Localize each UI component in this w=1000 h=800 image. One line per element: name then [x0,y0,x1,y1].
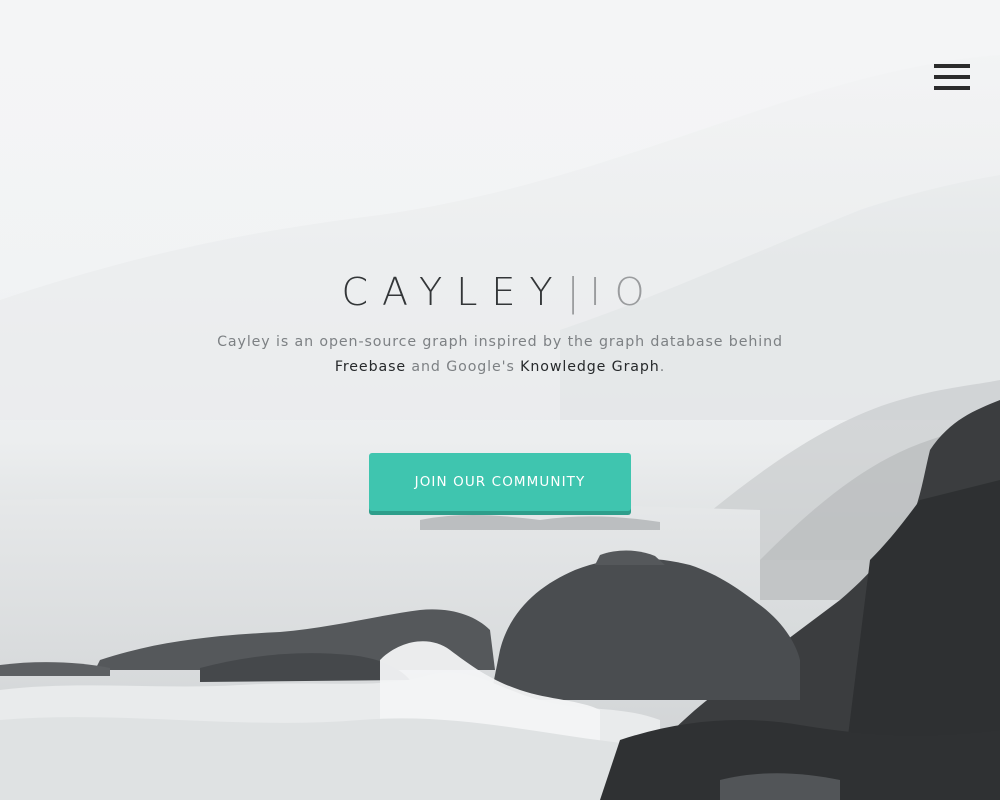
knowledge-graph-link[interactable]: Knowledge Graph [520,359,660,375]
site-logo: CAYLEY|IO [0,268,1000,316]
join-community-button[interactable]: JOIN OUR COMMUNITY [369,453,631,511]
menu-icon-bar [934,64,970,68]
freebase-link[interactable]: Freebase [335,359,406,375]
tagline: Cayley is an open-source graph inspired … [200,330,800,380]
hero-section: CAYLEY|IO Cayley is an open-source graph… [0,0,1000,800]
menu-icon-bar [934,75,970,79]
logo-separator: | [566,270,590,314]
logo-suffix: IO [589,270,659,314]
tagline-period: . [659,359,666,375]
tagline-text: Cayley is an open-source graph inspired … [217,334,783,350]
menu-icon-bar [934,86,970,90]
tagline-text: and Google's [411,359,515,375]
hamburger-menu-button[interactable] [934,64,970,91]
logo-name: CAYLEY [341,270,567,314]
background-photo [0,0,1000,800]
